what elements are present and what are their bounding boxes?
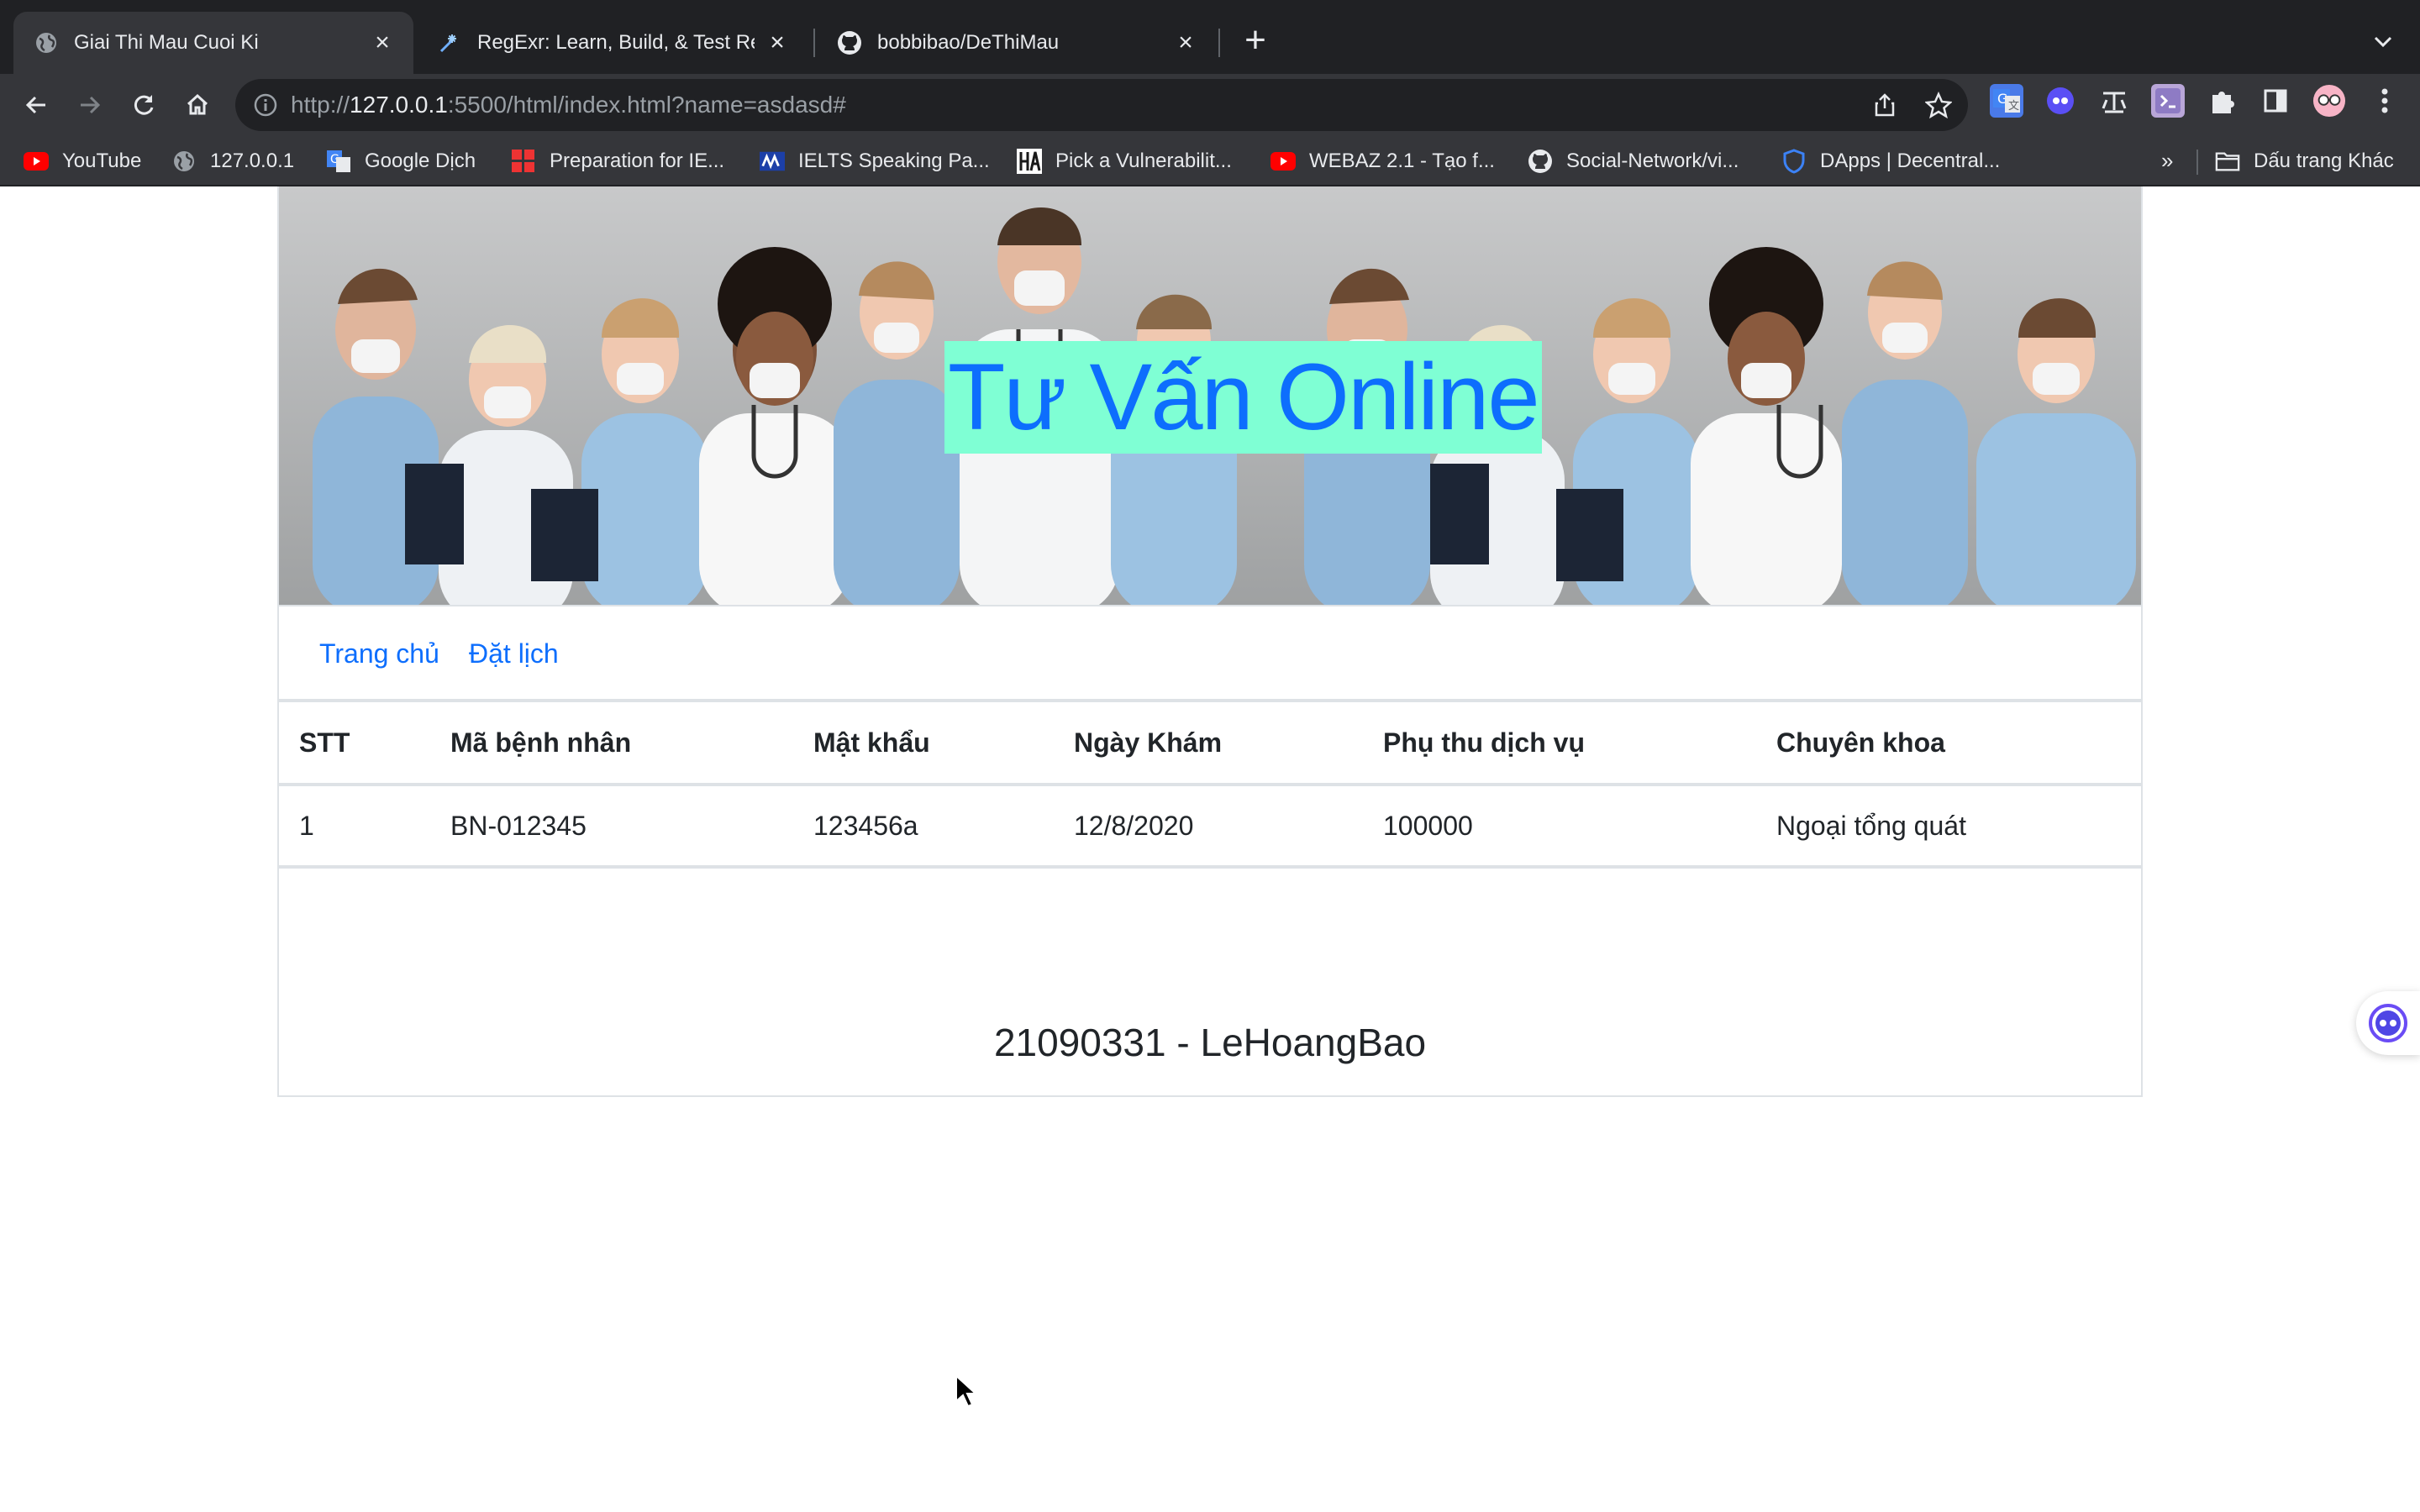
github-icon — [1528, 149, 1553, 174]
squares-icon — [511, 149, 536, 174]
bookmark-social-network[interactable]: Social-Network/vi... — [1528, 146, 1739, 176]
patient-table: STT Mã bệnh nhân Mật khẩu Ngày Khám Phụ … — [279, 702, 2141, 869]
cell-patient-id: BN-012345 — [430, 785, 793, 869]
bookmark-star-icon[interactable] — [1924, 91, 1953, 119]
bookmark-label: Pick a Vulnerabilit... — [1055, 150, 1232, 172]
bookmark-label: Preparation for IE... — [550, 150, 725, 172]
tab-close-icon[interactable]: × — [765, 30, 790, 55]
bookmark-ielts-speaking[interactable]: IELTS Speaking Pa... — [760, 146, 990, 176]
chevron-down-icon[interactable] — [2366, 25, 2400, 59]
profile-avatar[interactable] — [2312, 84, 2346, 118]
tab-title: Giai Thi Mau Cuoi Ki — [74, 31, 259, 54]
url-path: :5500/html/index.html?name=asdasd# — [447, 92, 846, 118]
bookmark-label: Dấu trang Khác — [2254, 150, 2394, 172]
column-header-exam-date: Ngày Khám — [1054, 702, 1363, 786]
tab-github[interactable]: bobbibao/DeThiMau × — [817, 12, 1217, 74]
url-scheme: http:// — [291, 92, 350, 118]
bookmarks-separator — [2196, 150, 2198, 175]
svg-text:文: 文 — [2008, 100, 2019, 113]
cell-exam-date: 12/8/2020 — [1054, 785, 1363, 869]
table-row: 1 BN-012345 123456a 12/8/2020 100000 Ngo… — [279, 785, 2141, 869]
bookmarks-overflow-button[interactable]: » — [2161, 148, 2173, 174]
tab-close-icon[interactable]: × — [1173, 30, 1198, 55]
page-title: Tư Vấn Online — [944, 341, 1542, 454]
youtube-icon — [1270, 149, 1296, 174]
ielts-icon — [760, 149, 785, 174]
bookmark-dapps[interactable]: DApps | Decentral... — [1781, 146, 2000, 176]
url-text[interactable]: http://127.0.0.1:5500/html/index.html?na… — [291, 79, 846, 131]
bookmark-vulnerability[interactable]: Pick a Vulnerabilit... — [1017, 146, 1232, 176]
other-bookmarks-folder[interactable]: Dấu trang Khác — [2215, 146, 2394, 176]
youtube-icon — [24, 149, 49, 174]
bookmark-label: 127.0.0.1 — [210, 150, 295, 172]
shield-icon — [1781, 149, 1807, 174]
reload-icon[interactable] — [124, 86, 163, 124]
tab-strip: Giai Thi Mau Cuoi Ki × RegExr: Learn, Bu… — [0, 0, 2420, 74]
table-header-row: STT Mã bệnh nhân Mật khẩu Ngày Khám Phụ … — [279, 702, 2141, 786]
column-header-password: Mật khẩu — [793, 702, 1054, 786]
mouse-cursor-icon — [955, 1374, 976, 1408]
tab-close-icon[interactable]: × — [370, 30, 395, 55]
info-icon[interactable] — [252, 92, 279, 118]
home-icon[interactable] — [178, 86, 217, 124]
bookmark-youtube[interactable]: YouTube — [24, 146, 141, 176]
tab-active[interactable]: Giai Thi Mau Cuoi Ki × — [13, 12, 413, 74]
url-host: 127.0.0.1 — [350, 92, 448, 118]
bookmark-ielts-prep[interactable]: Preparation for IE... — [511, 146, 724, 176]
column-header-service-fee: Phụ thu dịch vụ — [1363, 702, 1756, 786]
banner-image: Tư Vấn Online — [279, 186, 2141, 605]
bookmark-localhost[interactable]: 127.0.0.1 — [171, 146, 294, 176]
folder-icon — [2215, 149, 2240, 174]
nav-bar: Trang chủ Đặt lịch — [279, 605, 2141, 702]
ha-icon — [1017, 149, 1042, 174]
new-tab-plus-icon[interactable]: + — [1239, 22, 1272, 59]
terminal-extension-icon[interactable] — [2151, 84, 2185, 118]
bookmark-label: IELTS Speaking Pa... — [798, 150, 990, 172]
bookmark-webaz[interactable]: WEBAZ 2.1 - Tạo f... — [1270, 146, 1495, 176]
bookmark-label: DApps | Decentral... — [1820, 150, 2001, 172]
side-panel-icon[interactable] — [2259, 84, 2292, 118]
bookmark-google-translate[interactable]: G Google Dịch — [326, 146, 476, 176]
globe-icon — [171, 149, 197, 174]
text-tool-icon[interactable] — [2097, 84, 2131, 118]
nav-link-home[interactable]: Trang chủ — [319, 638, 439, 669]
cell-service-fee: 100000 — [1363, 785, 1756, 869]
forward-arrow-icon[interactable] — [71, 86, 109, 124]
puzzle-extensions-icon[interactable] — [2205, 84, 2238, 118]
page-container: Tư Vấn Online Trang chủ Đặt lịch STT Mã … — [277, 186, 2143, 1097]
cell-specialty: Ngoại tổng quát — [1756, 785, 2141, 869]
bookmark-label: YouTube — [62, 150, 142, 172]
ai-assistant-float-button[interactable] — [2356, 991, 2420, 1055]
bookmark-label: Google Dịch — [365, 150, 476, 172]
github-icon — [837, 30, 862, 55]
globe-icon — [34, 30, 59, 55]
cell-stt: 1 — [279, 785, 430, 869]
column-header-stt: STT — [279, 702, 430, 786]
google-translate-icon[interactable]: G文 — [1990, 84, 2023, 118]
column-header-specialty: Chuyên khoa — [1756, 702, 2141, 786]
bookmark-label: Social-Network/vi... — [1566, 150, 1739, 172]
robot-face-icon — [2369, 1004, 2407, 1042]
bookmarks-bar: YouTube 127.0.0.1 G Google Dịch Preparat… — [0, 136, 2420, 186]
regexr-icon — [437, 30, 462, 55]
back-arrow-icon[interactable] — [17, 86, 55, 124]
tab-title: bobbibao/DeThiMau — [877, 31, 1060, 54]
bookmark-label: WEBAZ 2.1 - Tạo f... — [1309, 150, 1495, 172]
tab-separator — [813, 29, 815, 57]
share-icon[interactable] — [1870, 91, 1899, 119]
ai-assistant-icon[interactable] — [2044, 84, 2077, 118]
tab-regexr[interactable]: RegExr: Learn, Build, & Test Re × — [417, 12, 808, 74]
footer: 21090331 - LeHoangBao — [279, 963, 2141, 1097]
footer-text: 21090331 - LeHoangBao — [993, 1021, 1427, 1064]
tab-title: RegExr: Learn, Build, & Test Re — [477, 31, 755, 54]
kebab-menu-icon[interactable] — [2368, 84, 2402, 118]
cell-password: 123456a — [793, 785, 1054, 869]
column-header-patient-id: Mã bệnh nhân — [430, 702, 793, 786]
google-translate-icon: G — [326, 149, 351, 174]
nav-link-booking[interactable]: Đặt lịch — [469, 638, 559, 669]
tab-separator — [1218, 29, 1220, 57]
address-bar[interactable]: http://127.0.0.1:5500/html/index.html?na… — [235, 79, 1968, 131]
